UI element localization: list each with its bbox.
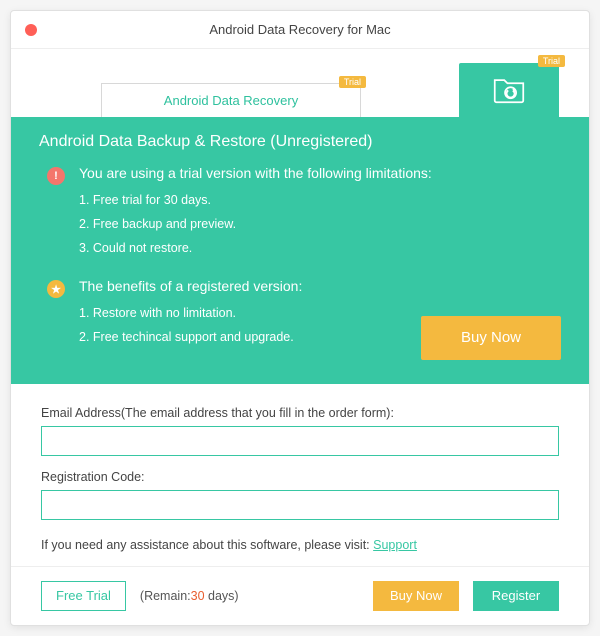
remain-days: 30 — [191, 589, 205, 603]
tabs-row: Android Data Recovery Trial Trial — [11, 49, 589, 117]
remain-text: (Remain:30 days) — [140, 589, 239, 603]
register-button[interactable]: Register — [473, 581, 559, 611]
buy-now-button[interactable]: Buy Now — [373, 581, 459, 611]
tab-label: Android Data Recovery — [164, 93, 298, 108]
limitations-heading: You are using a trial version with the f… — [79, 165, 432, 181]
backup-folder-icon — [490, 69, 528, 112]
app-window: Android Data Recovery for Mac Android Da… — [10, 10, 590, 626]
code-label: Registration Code: — [41, 470, 559, 484]
support-link[interactable]: Support — [373, 538, 417, 552]
registration-code-field[interactable] — [41, 490, 559, 520]
buy-now-button[interactable]: Buy Now — [421, 316, 561, 360]
window-title: Android Data Recovery for Mac — [11, 22, 589, 37]
star-icon: ★ — [47, 280, 65, 298]
email-field[interactable] — [41, 426, 559, 456]
benefit-item: 2. Free techincal support and upgrade. — [79, 326, 302, 350]
close-icon[interactable] — [25, 24, 37, 36]
assistance-text: If you need any assistance about this so… — [41, 538, 559, 552]
footer-bar: Free Trial (Remain:30 days) Buy Now Regi… — [11, 566, 589, 625]
free-trial-button[interactable]: Free Trial — [41, 581, 126, 611]
panel-title: Android Data Backup & Restore (Unregiste… — [39, 133, 561, 151]
limitation-item: 1. Free trial for 30 days. — [79, 189, 432, 213]
trial-badge: Trial — [339, 76, 366, 88]
trial-badge: Trial — [538, 55, 565, 67]
titlebar: Android Data Recovery for Mac — [11, 11, 589, 49]
tab-backup-restore[interactable]: Trial — [459, 63, 559, 117]
registration-form: Email Address(The email address that you… — [11, 384, 589, 566]
limitation-item: 2. Free backup and preview. — [79, 213, 432, 237]
info-panel: Android Data Backup & Restore (Unregiste… — [11, 117, 589, 384]
tab-data-recovery[interactable]: Android Data Recovery Trial — [101, 83, 361, 117]
benefit-item: 1. Restore with no limitation. — [79, 302, 302, 326]
limitation-item: 3. Could not restore. — [79, 237, 432, 261]
alert-icon: ! — [47, 167, 65, 185]
benefits-heading: The benefits of a registered version: — [79, 278, 302, 294]
email-label: Email Address(The email address that you… — [41, 406, 559, 420]
limitations-block: ! You are using a trial version with the… — [39, 165, 561, 260]
